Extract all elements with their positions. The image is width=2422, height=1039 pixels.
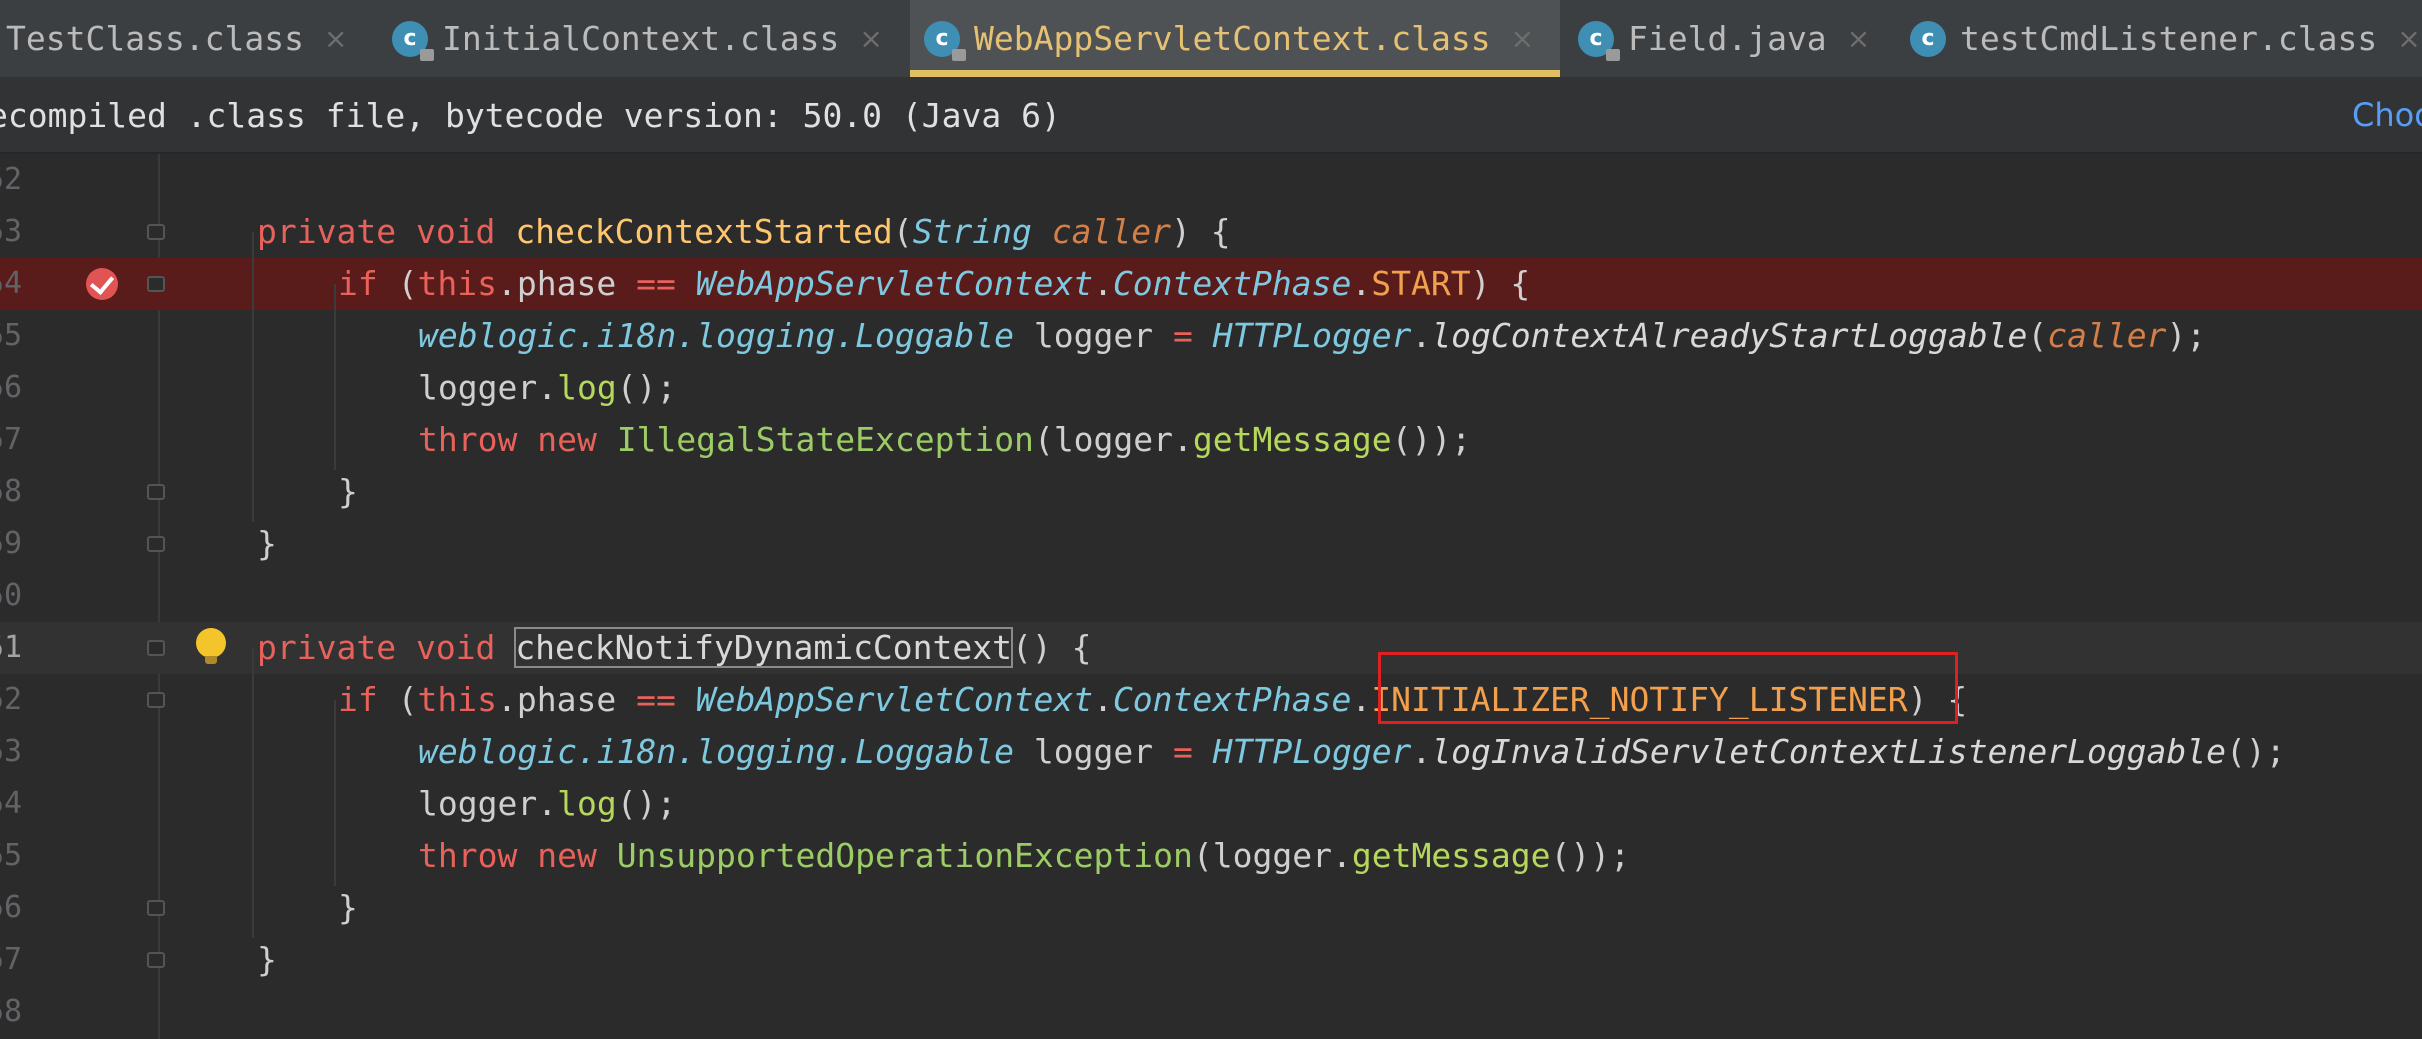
line-number: 54 [0,266,23,301]
fold-marker-icon[interactable] [147,276,165,292]
line-number: 55 [0,318,23,353]
line-number: 58 [0,474,23,509]
tab-label: WebAppServletContext.class [974,19,1491,58]
code-text: logger.log(); [418,784,677,823]
method-name-highlight: checkNotifyDynamicContext [514,627,1014,668]
code-text: } [338,888,358,927]
class-icon: c [1910,20,1946,57]
close-icon[interactable]: × [324,22,347,55]
code-line-breakpoint: 54 if (this.phase == WebAppServletContex… [0,258,2422,310]
indent-guide [334,284,336,470]
line-number: 53 [0,734,23,769]
fold-marker-icon[interactable] [147,484,165,500]
class-icon: c [924,20,966,61]
indent-guide [334,700,336,886]
code-line: 56 } [0,882,2422,934]
tab-label: testCmdListener.class [1960,19,2378,58]
code-line: 56 logger.log(); [0,362,2422,414]
code-text: weblogic.i18n.logging.Loggable logger = … [418,316,2207,355]
line-number: 52 [0,682,23,717]
code-text: if (this.phase == WebAppServletContext.C… [338,264,1531,303]
class-icon: c [1578,20,1620,61]
decompiled-notification-bar: ecompiled .class file, bytecode version:… [0,79,2422,154]
line-number: 54 [0,786,23,821]
annotation-highlight-box [1378,652,1958,724]
tab-testcmdlistener[interactable]: c testCmdListener.class × [1910,0,2422,77]
code-text: } [338,472,358,511]
code-line: 52 if (this.phase == WebAppServletContex… [0,674,2422,726]
close-icon[interactable]: × [1511,22,1534,55]
line-number: 56 [0,370,23,405]
tab-field-java[interactable]: c Field.java × [1578,0,1892,77]
close-icon[interactable]: × [859,22,882,55]
lightbulb-icon[interactable] [196,628,226,664]
indent-guide [252,232,254,522]
code-text: logger.log(); [418,368,677,407]
tab-label: Field.java [1628,19,1827,58]
indent-guide [252,648,254,938]
line-number: 55 [0,838,23,873]
code-text: private void checkContextStarted(String … [257,212,1231,251]
code-line: 54 logger.log(); [0,778,2422,830]
tab-initialcontext[interactable]: c InitialContext.class × [392,0,906,77]
fold-marker-icon[interactable] [147,692,165,708]
line-number: 59 [0,526,23,561]
line-number: 50 [0,578,23,613]
close-icon[interactable]: × [2397,22,2420,55]
code-text: } [257,524,277,563]
code-editor[interactable]: 52 53 private void checkContextStarted(S… [0,154,2422,1039]
code-line: 50 [0,570,2422,622]
line-number: 52 [0,162,23,197]
code-line: 52 [0,154,2422,206]
code-text: } [257,940,277,979]
code-line: 55 weblogic.i18n.logging.Loggable logger… [0,310,2422,362]
breakpoint-icon[interactable] [86,268,118,300]
tab-webappservletcontext[interactable]: c WebAppServletContext.class × [910,0,1560,77]
fold-marker-icon[interactable] [147,640,165,656]
close-icon[interactable]: × [1847,22,1870,55]
code-line: 57 throw new IllegalStateException(logge… [0,414,2422,466]
line-number: 53 [0,214,23,249]
line-number: 57 [0,422,23,457]
line-number: 51 [0,630,23,665]
code-line: 57 } [0,934,2422,986]
code-line: 55 throw new UnsupportedOperationExcepti… [0,830,2422,882]
code-line: 53 private void checkContextStarted(Stri… [0,206,2422,258]
editor-tab-bar: TestClass.class × c InitialContext.class… [0,0,2422,79]
fold-marker-icon[interactable] [147,952,165,968]
class-icon: c [392,20,434,61]
code-text: weblogic.i18n.logging.Loggable logger = … [418,732,2286,771]
tab-label: InitialContext.class [442,19,840,58]
fold-marker-icon[interactable] [147,536,165,552]
line-number: 56 [0,890,23,925]
decompiled-message: ecompiled .class file, bytecode version:… [0,96,1061,135]
line-number: 58 [0,994,23,1029]
code-line: 53 weblogic.i18n.logging.Loggable logger… [0,726,2422,778]
code-line: 59 } [0,518,2422,570]
fold-marker-icon[interactable] [147,900,165,916]
code-line-current: 51 private void checkNotifyDynamicContex… [0,622,2422,674]
choose-sources-link[interactable]: Choo [2352,79,2422,152]
tab-label: TestClass.class [6,19,305,58]
fold-marker-icon[interactable] [147,224,165,240]
code-text: private void checkNotifyDynamicContext()… [257,627,1092,668]
tab-testclass[interactable]: TestClass.class × [0,0,380,77]
code-text: throw new IllegalStateException(logger.g… [418,420,1472,459]
code-line: 58 } [0,466,2422,518]
line-number: 57 [0,942,23,977]
code-text: throw new UnsupportedOperationException(… [418,836,1631,875]
code-line: 58 [0,986,2422,1038]
